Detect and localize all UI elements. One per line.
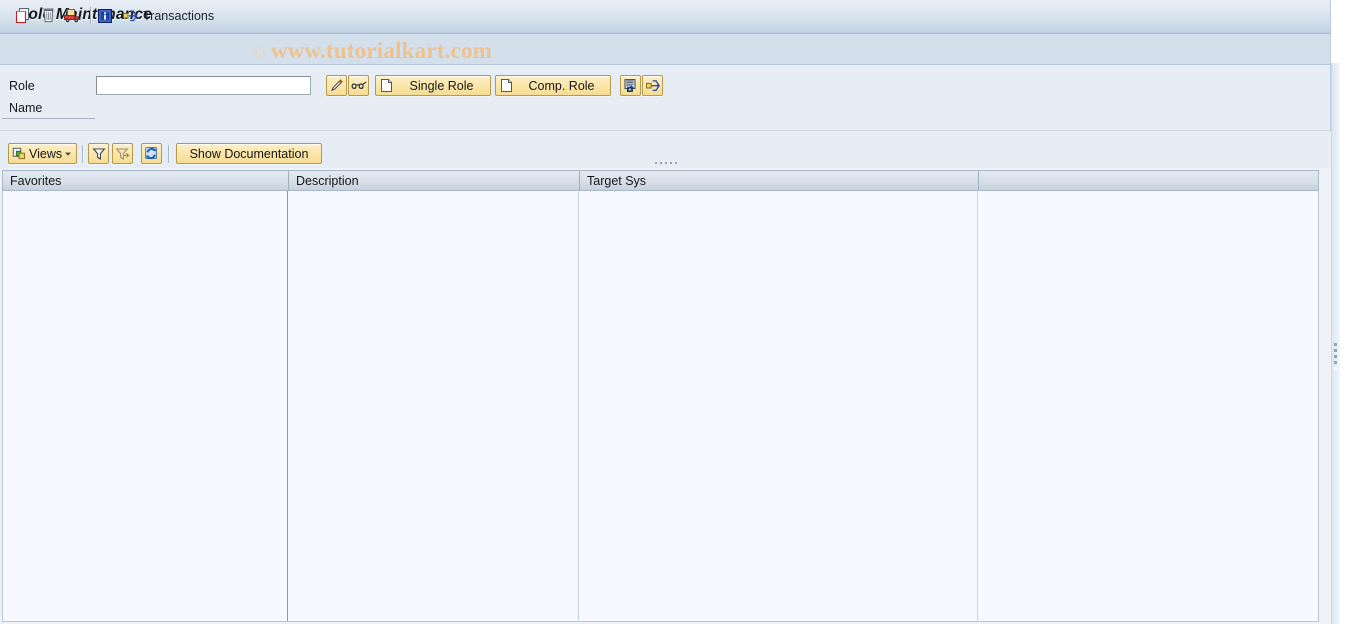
document-icon — [380, 78, 393, 93]
vertical-splitter-handle[interactable] — [1334, 343, 1337, 370]
copyright-symbol: © — [252, 43, 265, 62]
horizontal-splitter-handle[interactable] — [648, 160, 684, 166]
toolbar-separator-1 — [90, 7, 91, 24]
role-generate-icon — [623, 78, 638, 93]
application-toolbar — [0, 34, 1331, 65]
favorites-grid-body — [3, 191, 1318, 621]
role-generate-button[interactable] — [620, 75, 641, 96]
views-label: Views — [29, 146, 63, 161]
filter-icon — [91, 147, 106, 161]
name-label: Name — [9, 101, 43, 115]
show-documentation-label: Show Documentation — [189, 146, 309, 161]
truck-icon — [63, 7, 82, 24]
grid-column-divider-2 — [578, 191, 579, 621]
toolbar-separator-3 — [168, 145, 169, 163]
grid-column-header-target-sys[interactable]: Target Sys — [580, 171, 979, 190]
comp-role-label: Comp. Role — [528, 78, 595, 93]
views-dropdown-button[interactable]: Views — [8, 143, 77, 164]
toolbar-separator-2 — [82, 145, 83, 163]
watermark: © www.tutorialkart.com — [252, 38, 492, 64]
right-gutter — [1340, 0, 1347, 624]
filter-button[interactable] — [88, 143, 109, 164]
pencil-icon — [329, 78, 344, 93]
assign-button[interactable] — [642, 75, 663, 96]
information-icon — [97, 8, 113, 24]
grid-column-header-favorites[interactable]: Favorites — [3, 171, 289, 190]
watermark-text: www.tutorialkart.com — [270, 38, 493, 63]
vertical-splitter[interactable] — [1331, 63, 1340, 624]
change-role-button[interactable] — [326, 75, 347, 96]
information-button[interactable] — [94, 4, 116, 27]
single-role-label: Single Role — [409, 78, 474, 93]
sap-gui-window: Role Maintenance Transactions © www.tuto… — [0, 0, 1347, 624]
delete-filter-button[interactable] — [112, 143, 133, 164]
refresh-button[interactable] — [141, 143, 162, 164]
comp-role-button[interactable]: Comp. Role — [495, 75, 611, 96]
chevron-down-icon — [64, 151, 76, 157]
copy-icon — [14, 7, 31, 24]
delete-filter-icon — [115, 147, 130, 161]
grid-column-header-blank[interactable] — [979, 171, 1318, 190]
selection-panel — [0, 65, 1331, 131]
delete-role-button[interactable] — [36, 4, 60, 27]
refresh-icon — [144, 146, 159, 161]
views-icon — [12, 147, 26, 161]
role-label: Role — [9, 79, 35, 93]
document-icon — [500, 78, 513, 93]
show-documentation-button[interactable]: Show Documentation — [176, 143, 322, 164]
transactions-icon — [122, 8, 139, 23]
role-input[interactable] — [96, 76, 311, 95]
grid-column-divider-1 — [287, 191, 288, 621]
grid-header-row: Favorites Description Target Sys — [2, 170, 1319, 191]
transport-button[interactable] — [60, 4, 84, 27]
assign-icon — [645, 78, 661, 93]
trash-icon — [40, 7, 57, 24]
grid-column-header-description[interactable]: Description — [289, 171, 580, 190]
transactions-label: Transactions — [143, 8, 215, 23]
glasses-icon — [351, 79, 367, 93]
display-role-button[interactable] — [348, 75, 369, 96]
name-value-underline — [2, 118, 95, 119]
transactions-button[interactable]: Transactions — [118, 4, 223, 27]
single-role-button[interactable]: Single Role — [375, 75, 491, 96]
grid-column-divider-3 — [977, 191, 978, 621]
copy-role-button[interactable] — [10, 4, 34, 27]
